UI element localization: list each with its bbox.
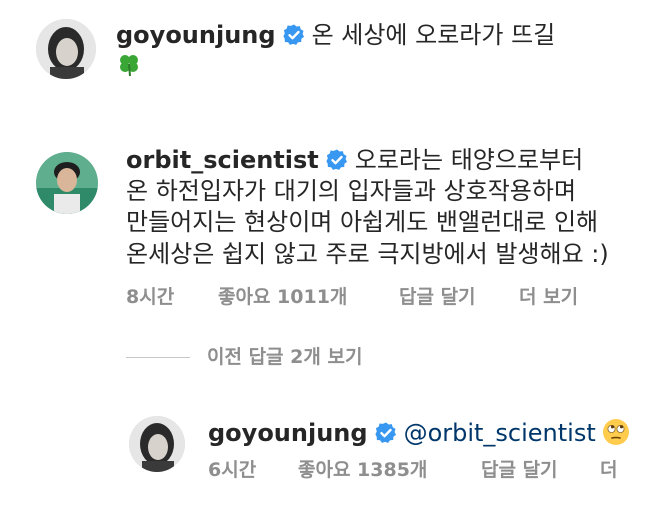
comment-2-line-1: orbit_scientist 오로라는 태양으로부터: [126, 146, 583, 174]
reply-1-username[interactable]: goyounjung: [208, 419, 368, 447]
reply-1-time: 6시간: [208, 459, 257, 481]
comment-1-text: 온 세상에 오로라가 뜨길: [311, 21, 556, 49]
comment-1-line: goyounjung 온 세상에 오로라가 뜨길: [116, 21, 555, 49]
reply-1-mention-link[interactable]: @orbit_scientist: [404, 419, 596, 447]
comment-2-reply-button[interactable]: 답글 달기: [399, 286, 476, 308]
comment-2-text-3: 만들어지는 현상이며 아쉽게도 밴앨런대로 인해: [126, 208, 599, 236]
comment-2-likes-button[interactable]: 좋아요 1011개: [218, 286, 347, 308]
avatar-goyounjung-reply[interactable]: [129, 416, 185, 472]
comment-2-time: 8시간: [126, 286, 175, 308]
reply-1-more-button[interactable]: 더: [600, 459, 617, 481]
avatar-photo: [129, 416, 185, 472]
comment-2-text-4: 온세상은 쉽지 않고 주로 극지방에서 발생해요 :): [126, 240, 609, 268]
reply-1-likes-button[interactable]: 좋아요 1385개: [298, 459, 427, 481]
face-with-rolling-eyes-icon: [602, 418, 630, 446]
comment-2-username[interactable]: orbit_scientist: [126, 146, 319, 174]
comment-2-text-2: 온 하전입자가 대기의 입자들과 상호작용하며: [126, 177, 577, 205]
verified-badge-icon: [282, 23, 306, 47]
reply-1-reply-button[interactable]: 답글 달기: [481, 459, 558, 481]
comment-1-emoji-line: [116, 52, 142, 82]
four-leaf-clover-icon: [116, 52, 142, 78]
replies-divider: [126, 357, 190, 358]
reply-1-line: goyounjung @orbit_scientist: [208, 418, 630, 447]
comment-2-more-button[interactable]: 더 보기: [519, 286, 578, 308]
avatar-orbit-scientist[interactable]: [36, 152, 98, 214]
avatar-goyounjung[interactable]: [36, 19, 96, 79]
verified-badge-icon: [325, 148, 349, 172]
avatar-photo: [36, 152, 98, 214]
comment-1-username[interactable]: goyounjung: [116, 21, 276, 49]
comment-2-text-1: 오로라는 태양으로부터: [354, 146, 584, 174]
avatar-photo: [36, 19, 96, 79]
view-previous-replies-button[interactable]: 이전 답글 2개 보기: [207, 346, 362, 368]
verified-badge-icon: [374, 421, 398, 445]
